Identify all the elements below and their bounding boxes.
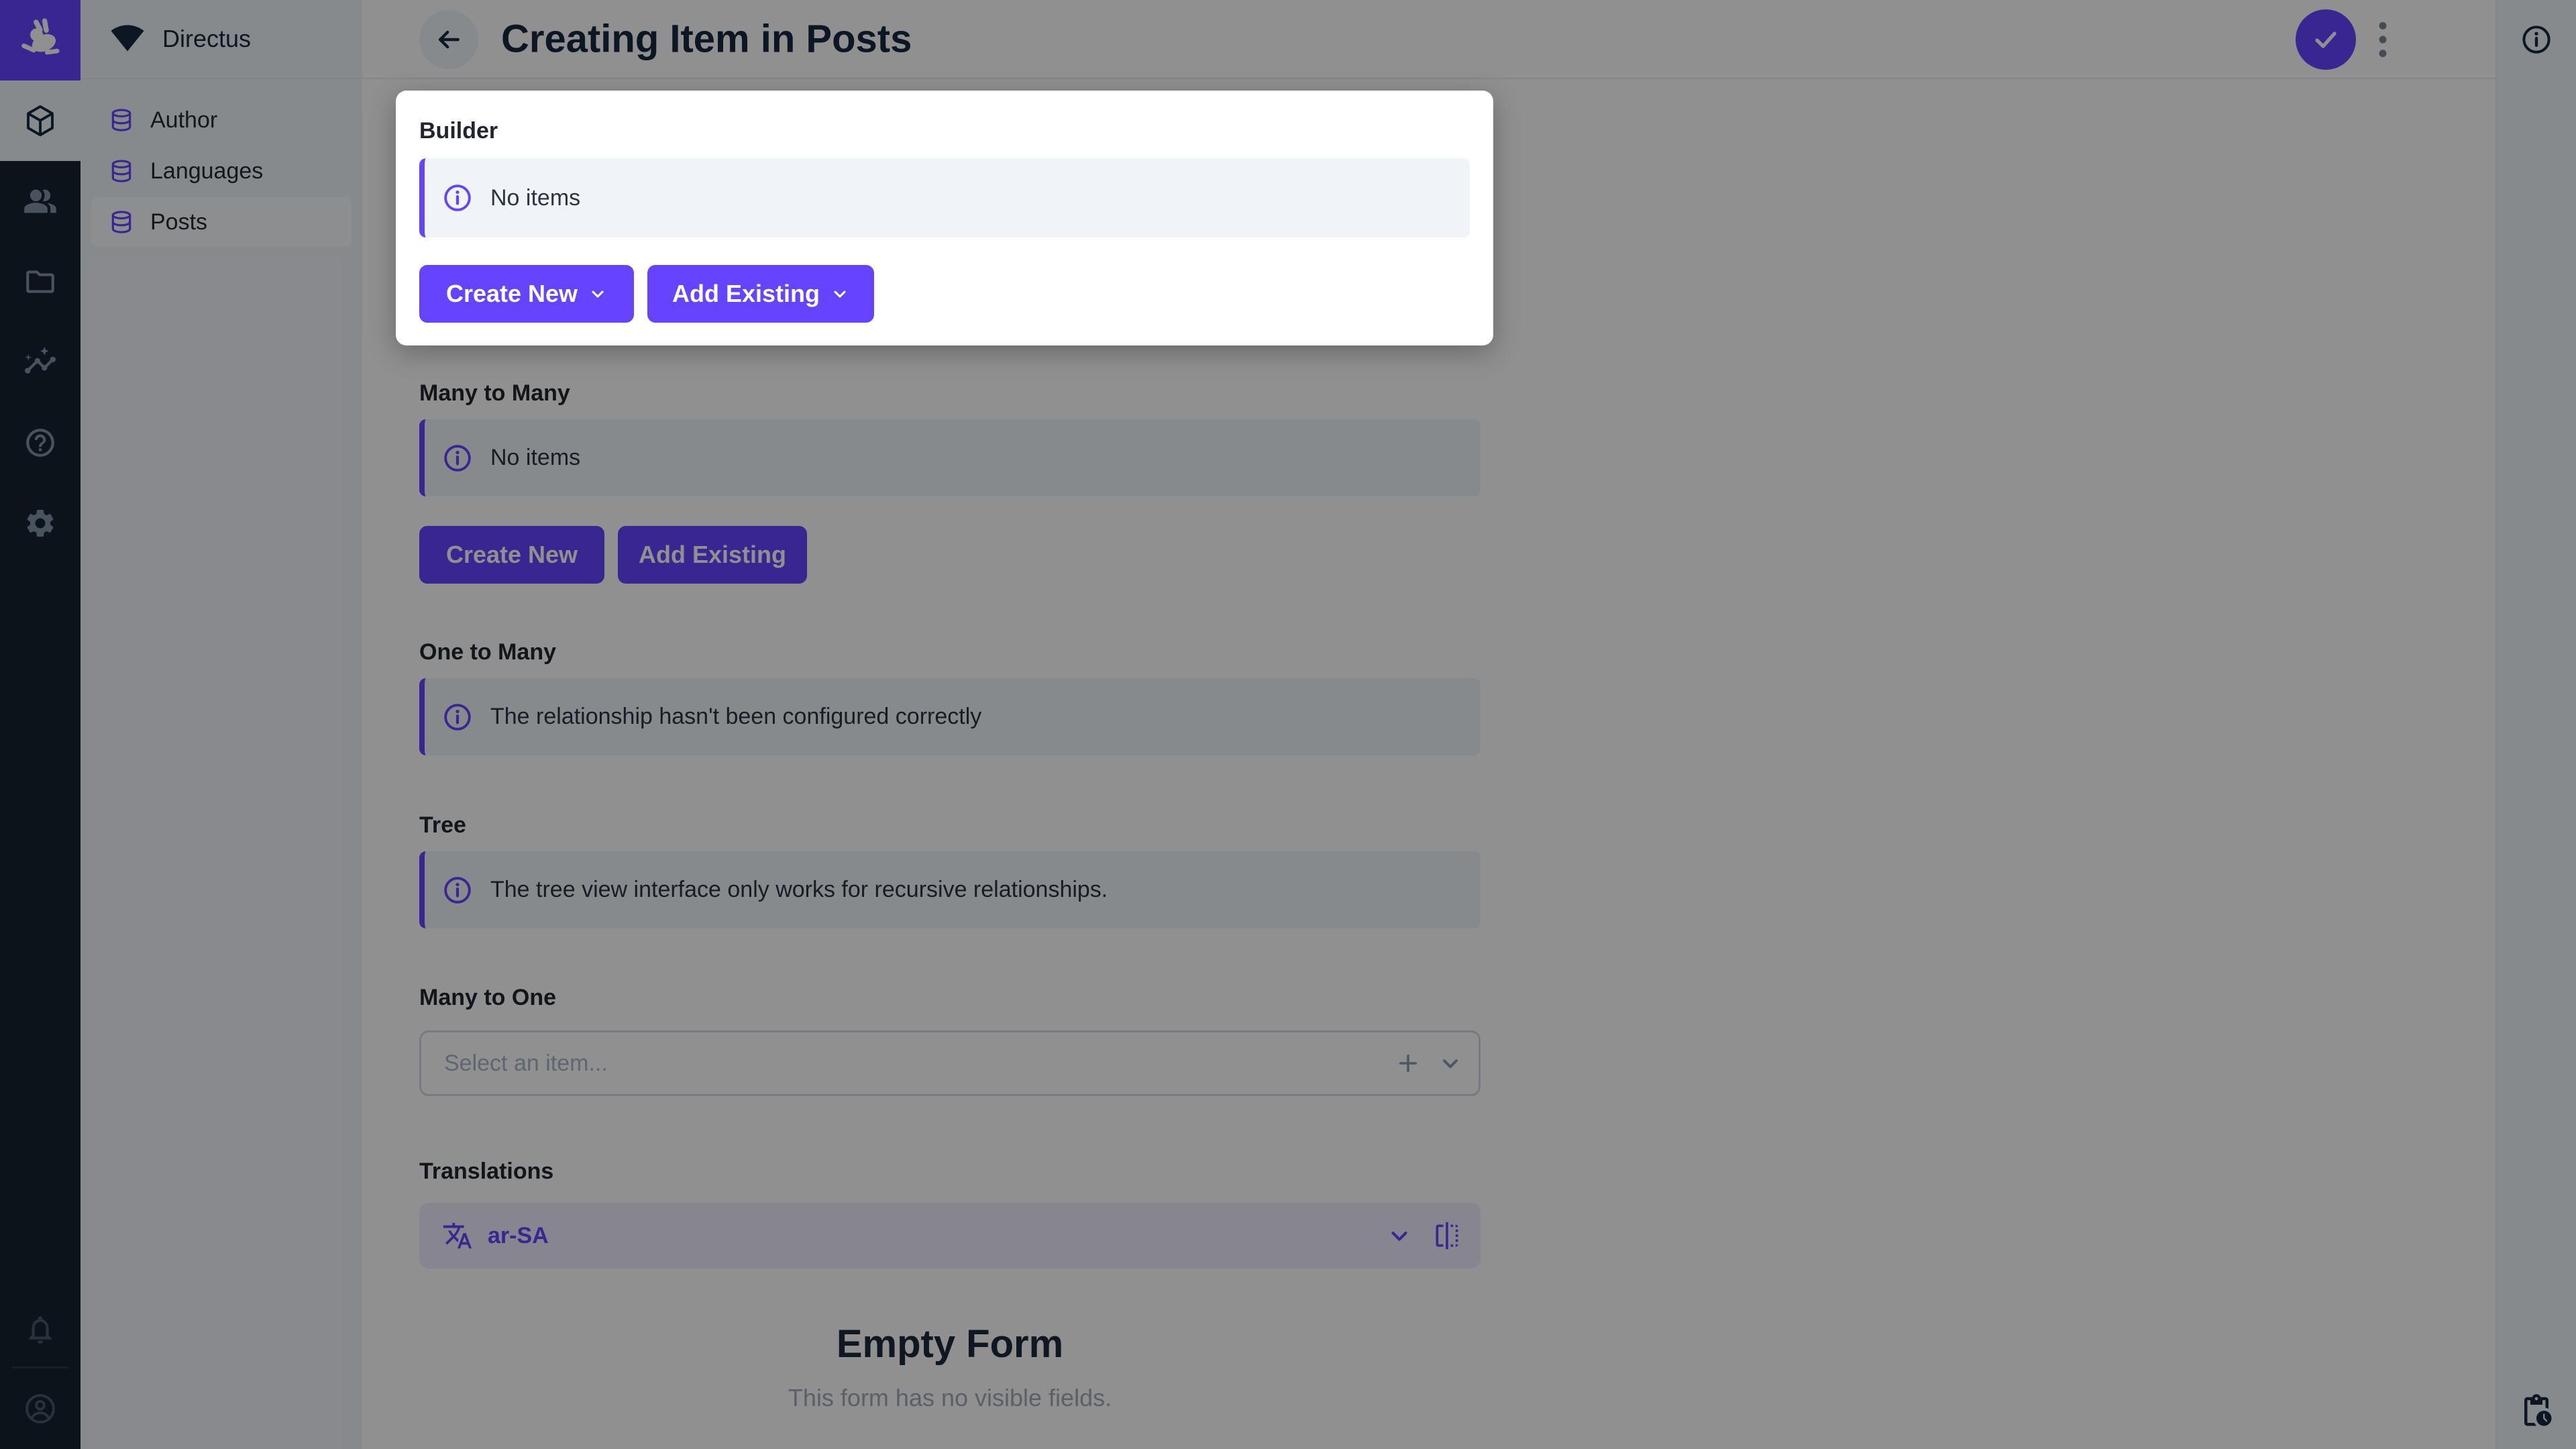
builder-add-existing-button[interactable]: Add Existing bbox=[647, 265, 874, 323]
info-icon bbox=[442, 182, 473, 213]
field-label: Builder bbox=[419, 117, 1470, 144]
builder-notice: No items bbox=[419, 158, 1470, 237]
builder-actions: Create New Add Existing bbox=[419, 265, 1470, 323]
button-label: Add Existing bbox=[672, 280, 820, 308]
chevron-down-icon bbox=[588, 284, 607, 303]
builder-create-new-button[interactable]: Create New bbox=[419, 265, 634, 323]
chevron-down-icon bbox=[830, 284, 849, 303]
button-label: Create New bbox=[446, 280, 578, 308]
builder-field-card: Builder No items Create New Add Existing bbox=[396, 91, 1493, 345]
notice-text: No items bbox=[490, 185, 580, 211]
